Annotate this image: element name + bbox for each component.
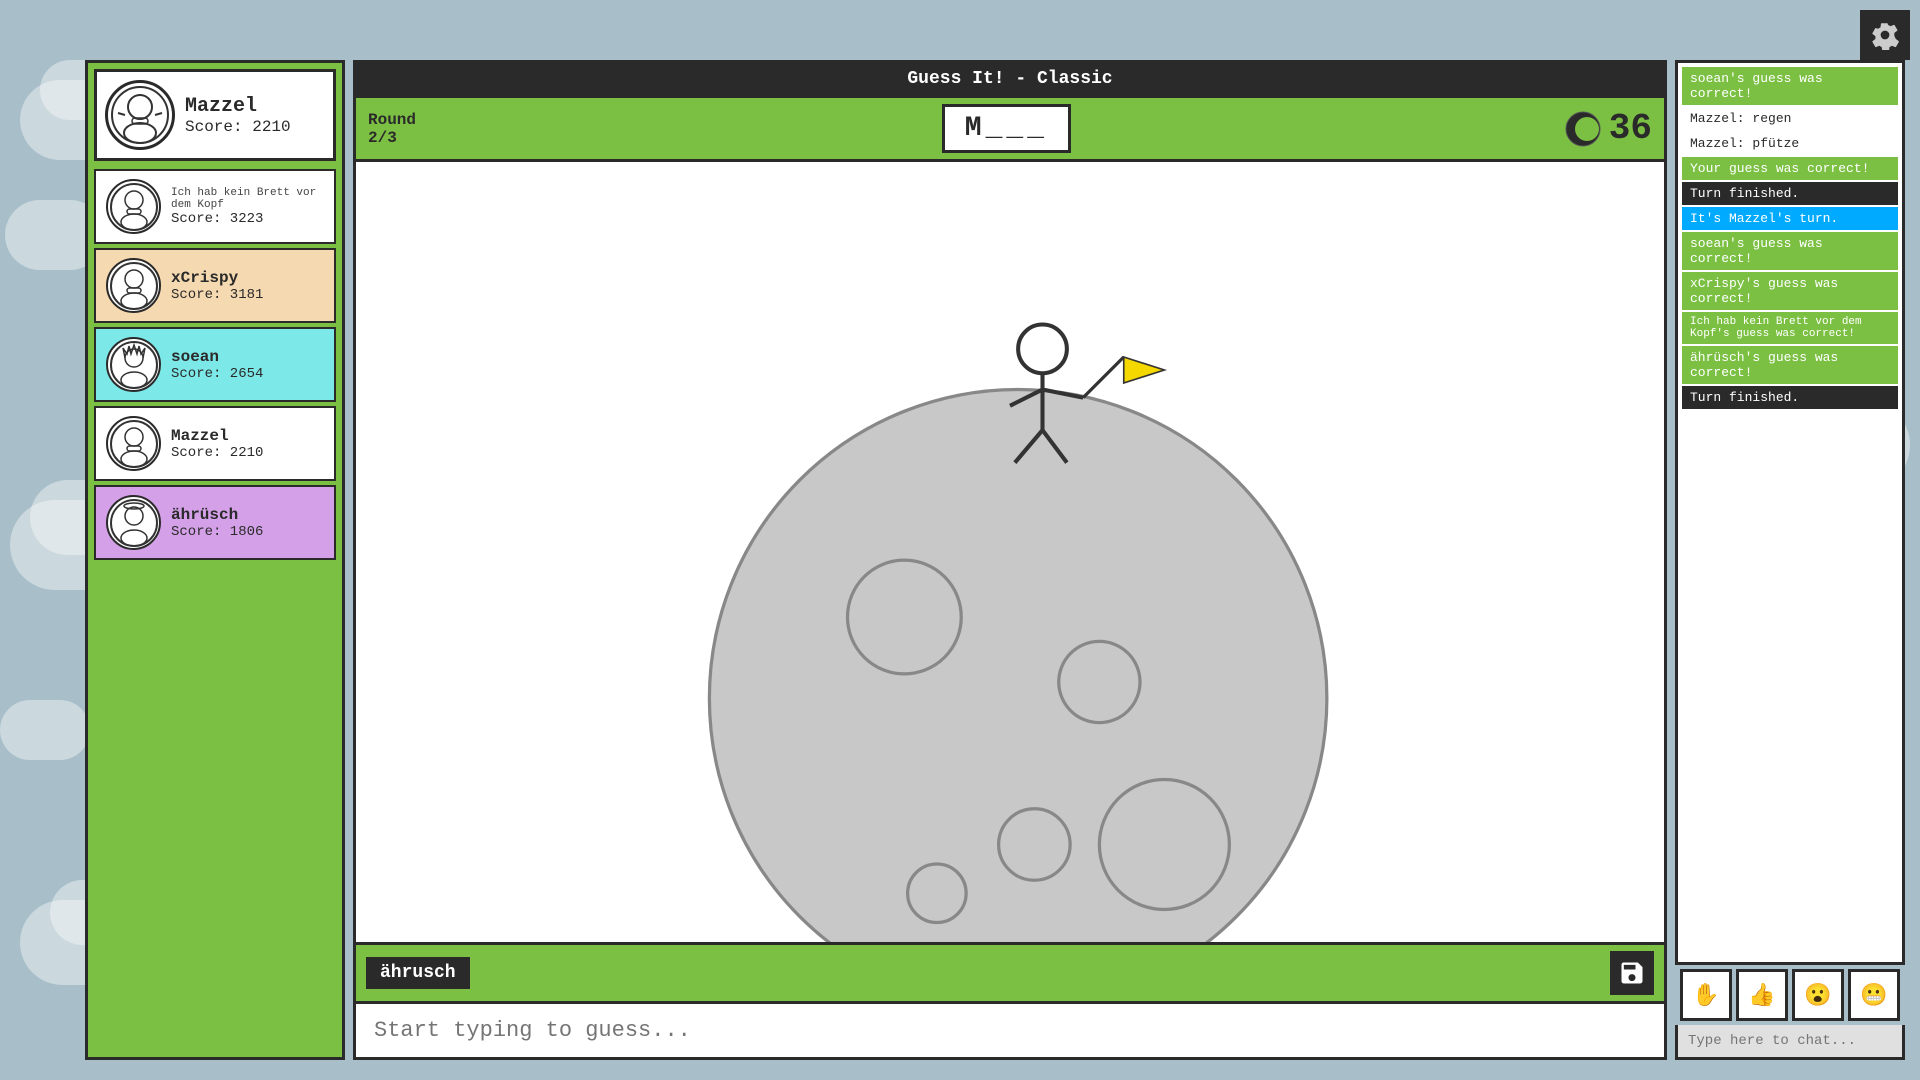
drawer-name: ährusch — [366, 957, 470, 989]
wow-reaction-button[interactable]: 😮 — [1792, 969, 1844, 1021]
player-name-xcrispy: xCrispy — [171, 269, 263, 287]
player-avatar-mazzel2 — [106, 416, 161, 471]
right-panel: soean's guess was correct! Mazzel: regen… — [1675, 60, 1905, 1060]
oops-reaction-button[interactable]: 😬 — [1848, 969, 1900, 1021]
guess-area — [353, 1004, 1667, 1060]
player-card-ahruesch: ährüsch Score: 1806 — [94, 485, 336, 560]
player-info-ahruesch: ährüsch Score: 1806 — [171, 506, 263, 540]
reaction-row: ✋ 👍 😮 😬 — [1675, 969, 1905, 1021]
player-info-mazzel2: Mazzel Score: 2210 — [171, 427, 263, 461]
timer-icon — [1565, 111, 1601, 147]
chat-msg-2: Mazzel: pfütze — [1682, 132, 1898, 155]
player-name-mazzel2: Mazzel — [171, 427, 263, 445]
chat-messages: soean's guess was correct! Mazzel: regen… — [1675, 60, 1905, 965]
player-score-mazzel2: Score: 2210 — [171, 445, 263, 461]
game-title: Guess It! - Classic — [353, 60, 1667, 95]
player-card-ihkbvdk: Ich hab kein Brett vor dem Kopf Score: 3… — [94, 169, 336, 244]
chat-msg-1: Mazzel: regen — [1682, 107, 1898, 130]
player-nick-ihkbvdk: Ich hab kein Brett vor dem Kopf — [171, 187, 324, 211]
guess-input[interactable] — [356, 1004, 1664, 1057]
player-avatar-ahruesch — [106, 495, 161, 550]
chat-input[interactable] — [1678, 1025, 1902, 1057]
player-name-ahruesch: ährüsch — [171, 506, 263, 524]
player-avatar-xcrispy — [106, 258, 161, 313]
save-icon — [1618, 959, 1646, 987]
middle-panel: Guess It! - Classic Round 2/3 M___ 36 — [353, 60, 1667, 1060]
save-button[interactable] — [1610, 951, 1654, 995]
timer-value: 36 — [1609, 108, 1652, 149]
thumbsup-reaction-button[interactable]: 👍 — [1736, 969, 1788, 1021]
chat-msg-9: ährüsch's guess was correct! — [1682, 346, 1898, 384]
player-score-soean: Score: 2654 — [171, 366, 263, 382]
chat-msg-5: It's Mazzel's turn. — [1682, 207, 1898, 230]
game-header: Round 2/3 M___ 36 — [353, 95, 1667, 159]
chat-msg-10: Turn finished. — [1682, 386, 1898, 409]
player-score-xcrispy: Score: 3181 — [171, 287, 263, 303]
current-player-top-card: Mazzel Score: 2210 — [94, 69, 336, 161]
left-panel: Mazzel Score: 2210 Ich hab kein Brett vo… — [85, 60, 345, 1060]
player-avatar-ihkbvdk — [106, 179, 161, 234]
round-label: Round — [368, 111, 448, 129]
main-container: Mazzel Score: 2210 Ich hab kein Brett vo… — [85, 60, 1905, 1060]
chat-input-area — [1675, 1025, 1905, 1060]
player-card-soean: soean Score: 2654 — [94, 327, 336, 402]
drawing-svg — [356, 162, 1664, 942]
round-current: 2/3 — [368, 129, 448, 147]
player-name-soean: soean — [171, 348, 263, 366]
player-avatar-soean — [106, 337, 161, 392]
chat-msg-8: Ich hab kein Brett vor dem Kopf's guess … — [1682, 312, 1898, 344]
player-card-xcrispy: xCrispy Score: 3181 — [94, 248, 336, 323]
player-info-soean: soean Score: 2654 — [171, 348, 263, 382]
player-info-xcrispy: xCrispy Score: 3181 — [171, 269, 263, 303]
word-display: M___ — [458, 104, 1555, 153]
current-player-info: Mazzel Score: 2210 — [185, 95, 291, 136]
chat-msg-4: Turn finished. — [1682, 182, 1898, 205]
round-info: Round 2/3 — [368, 111, 448, 147]
player-score-ihkbvdk: Score: 3223 — [171, 211, 324, 227]
settings-icon — [1870, 20, 1900, 50]
current-player-score: Score: 2210 — [185, 118, 291, 136]
settings-button[interactable] — [1860, 10, 1910, 60]
current-player-avatar — [105, 80, 175, 150]
player-info-ihkbvdk: Ich hab kein Brett vor dem Kopf Score: 3… — [171, 187, 324, 227]
hand-reaction-button[interactable]: ✋ — [1680, 969, 1732, 1021]
bottom-bar: ährusch — [353, 945, 1667, 1004]
drawing-canvas — [353, 159, 1667, 945]
chat-msg-6: soean's guess was correct! — [1682, 232, 1898, 270]
chat-msg-3: Your guess was correct! — [1682, 157, 1898, 180]
chat-msg-7: xCrispy's guess was correct! — [1682, 272, 1898, 310]
timer-area: 36 — [1565, 108, 1652, 149]
player-card-mazzel2: Mazzel Score: 2210 — [94, 406, 336, 481]
chat-msg-0: soean's guess was correct! — [1682, 67, 1898, 105]
word-box: M___ — [942, 104, 1071, 153]
player-score-ahruesch: Score: 1806 — [171, 524, 263, 540]
current-player-name: Mazzel — [185, 95, 291, 118]
